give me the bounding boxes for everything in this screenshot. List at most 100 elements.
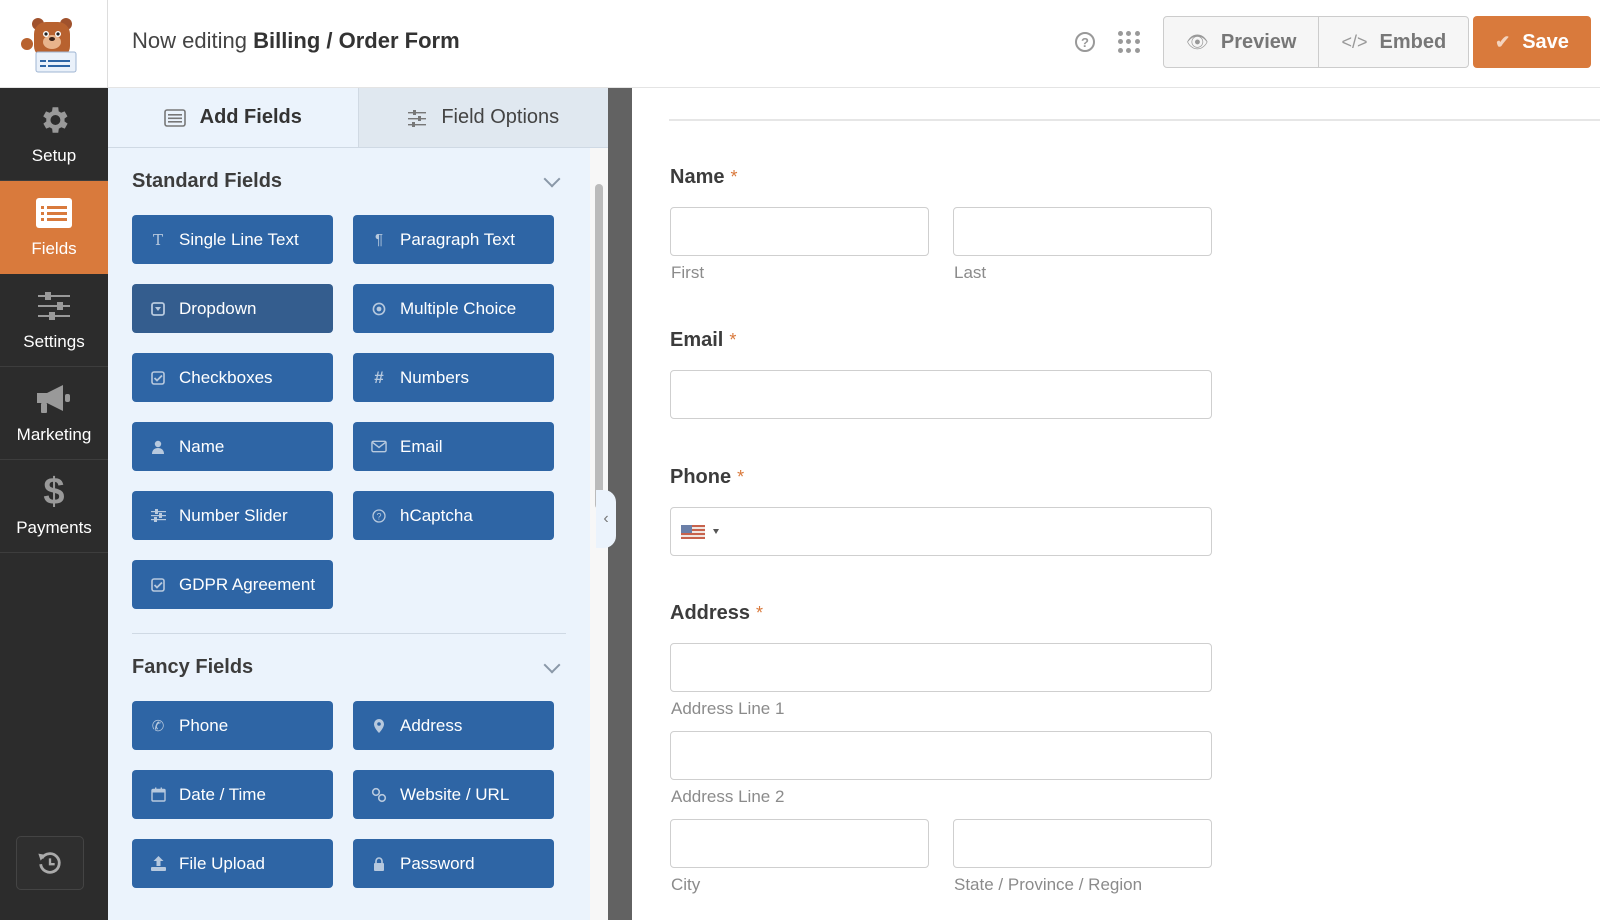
field-button-gdpr-agreement[interactable]: GDPR Agreement — [132, 560, 333, 609]
fancy-fields-grid: ✆ Phone Address Date / Time Website / URL… — [132, 701, 566, 888]
map-marker-icon — [371, 718, 387, 733]
wpforms-logo[interactable] — [0, 0, 108, 88]
address-line1-input[interactable] — [670, 643, 1212, 692]
nav-item-marketing[interactable]: Marketing — [0, 367, 108, 460]
field-label: Number Slider — [179, 505, 288, 525]
required-marker: * — [756, 603, 764, 623]
checkbox-icon — [150, 577, 166, 592]
field-button-hcaptcha[interactable]: ? hCaptcha — [353, 491, 554, 540]
address-state-input[interactable] — [953, 819, 1212, 868]
field-button-number-slider[interactable]: Number Slider — [132, 491, 333, 540]
page-title: Now editing Billing / Order Form — [132, 28, 460, 54]
grid-dots-icon[interactable] — [1118, 31, 1140, 53]
question-circle-icon[interactable]: ? — [1075, 32, 1095, 52]
required-marker: * — [737, 467, 745, 487]
section-fancy-fields[interactable]: Fancy Fields — [132, 656, 566, 679]
field-label: Password — [400, 853, 475, 873]
name-label: Name — [670, 166, 725, 188]
tab-add-fields[interactable]: Add Fields — [108, 88, 358, 147]
panel-tabs: Add Fields Field Options — [108, 88, 608, 148]
embed-label: Embed — [1379, 30, 1447, 53]
title-prefix: Now editing — [132, 28, 247, 53]
field-button-phone[interactable]: ✆ Phone — [132, 701, 333, 750]
field-button-dropdown[interactable]: Dropdown — [132, 284, 333, 333]
field-button-paragraph-text[interactable]: ¶ Paragraph Text — [353, 215, 554, 264]
question-circle-icon: ? — [371, 508, 387, 523]
email-input[interactable] — [670, 370, 1212, 419]
address-line2-sublabel: Address Line 2 — [671, 787, 785, 806]
field-label: Email — [400, 436, 443, 456]
revisions-history-button[interactable] — [16, 836, 84, 890]
standard-fields-grid: T Single Line Text ¶ Paragraph Text Dropdo… — [132, 215, 566, 609]
field-button-numbers[interactable]: # Numbers — [353, 353, 554, 402]
text-cursor-icon: T — [152, 230, 163, 249]
field-label-name[interactable]: Name * — [670, 166, 738, 189]
section-standard-fields[interactable]: Standard Fields — [132, 170, 566, 193]
field-label-phone[interactable]: Phone * — [670, 466, 744, 489]
field-button-date-time[interactable]: Date / Time — [132, 770, 333, 819]
fields-list: Standard Fields T Single Line Text ¶ Parag… — [108, 148, 590, 920]
nav-item-payments[interactable]: $ Payments — [0, 460, 108, 553]
country-caret-icon[interactable] — [713, 529, 719, 534]
checkmark-icon: ✔ — [1495, 31, 1511, 52]
field-button-password[interactable]: Password — [353, 839, 554, 888]
lock-icon — [371, 856, 387, 871]
top-bar: Now editing Billing / Order Form ? 👁 Pre… — [0, 0, 1600, 88]
name-first-input[interactable] — [670, 207, 929, 256]
tab-field-options[interactable]: Field Options — [357, 88, 608, 147]
field-label-address[interactable]: Address * — [670, 602, 763, 625]
calendar-icon — [150, 787, 166, 802]
field-button-file-upload[interactable]: File Upload — [132, 839, 333, 888]
field-button-email[interactable]: Email — [353, 422, 554, 471]
nav-label: Setup — [31, 146, 77, 165]
address-city-input[interactable] — [670, 819, 929, 868]
field-label: Numbers — [400, 367, 469, 387]
field-label: Checkboxes — [179, 367, 273, 387]
megaphone-icon — [35, 381, 73, 417]
form-header-divider — [669, 119, 1600, 121]
phone-label: Phone — [670, 466, 732, 488]
chevron-down-icon — [543, 656, 561, 673]
sliders-icon — [150, 509, 166, 522]
tab-label: Field Options — [441, 106, 560, 128]
collapse-panel-button[interactable]: ‹ — [596, 490, 616, 548]
field-label-email[interactable]: Email * — [670, 329, 736, 352]
hash-icon: # — [374, 367, 384, 387]
list-icon — [163, 108, 186, 127]
embed-button[interactable]: </> Embed — [1318, 17, 1468, 67]
field-button-address[interactable]: Address — [353, 701, 554, 750]
chevron-down-icon — [543, 170, 561, 187]
us-flag-icon[interactable] — [681, 525, 705, 539]
address-line1-sublabel: Address Line 1 — [671, 699, 785, 718]
nav-item-setup[interactable]: Setup — [0, 88, 108, 181]
nav-item-fields[interactable]: Fields — [0, 181, 108, 274]
nav-label: Payments — [16, 518, 92, 537]
upload-icon — [150, 856, 166, 871]
field-button-single-line-text[interactable]: T Single Line Text — [132, 215, 333, 264]
field-label: Single Line Text — [179, 229, 299, 249]
nav-item-settings[interactable]: Settings — [0, 274, 108, 367]
fields-panel: Add Fields Field Options Standard Fields… — [108, 88, 608, 920]
field-button-website-url[interactable]: Website / URL — [353, 770, 554, 819]
left-nav: Setup Fields Settings Marketing $ Paymen… — [0, 88, 108, 920]
field-label: Phone — [179, 715, 229, 735]
save-button[interactable]: ✔ Save — [1473, 16, 1591, 68]
bear-mascot-icon — [20, 18, 76, 73]
address-line2-input[interactable] — [670, 731, 1212, 780]
form-preview-canvas: Name * First Last Email * Phone * Address * … — [632, 88, 1600, 920]
sliders-icon — [37, 288, 71, 324]
field-button-checkboxes[interactable]: Checkboxes — [132, 353, 333, 402]
code-icon: </> — [1341, 31, 1368, 52]
link-icon — [371, 787, 387, 803]
field-label: Multiple Choice — [400, 298, 517, 318]
preview-button[interactable]: 👁 Preview — [1164, 17, 1318, 67]
name-last-input[interactable] — [953, 207, 1212, 256]
envelope-icon — [371, 440, 387, 453]
preview-embed-group: 👁 Preview </> Embed — [1163, 16, 1470, 68]
field-button-multiple-choice[interactable]: Multiple Choice — [353, 284, 554, 333]
phone-input[interactable] — [670, 507, 1212, 556]
field-button-name[interactable]: Name — [132, 422, 333, 471]
required-marker: * — [730, 167, 738, 187]
address-city-sublabel: City — [671, 875, 701, 894]
panel-scrollbar-thumb[interactable] — [595, 184, 603, 509]
